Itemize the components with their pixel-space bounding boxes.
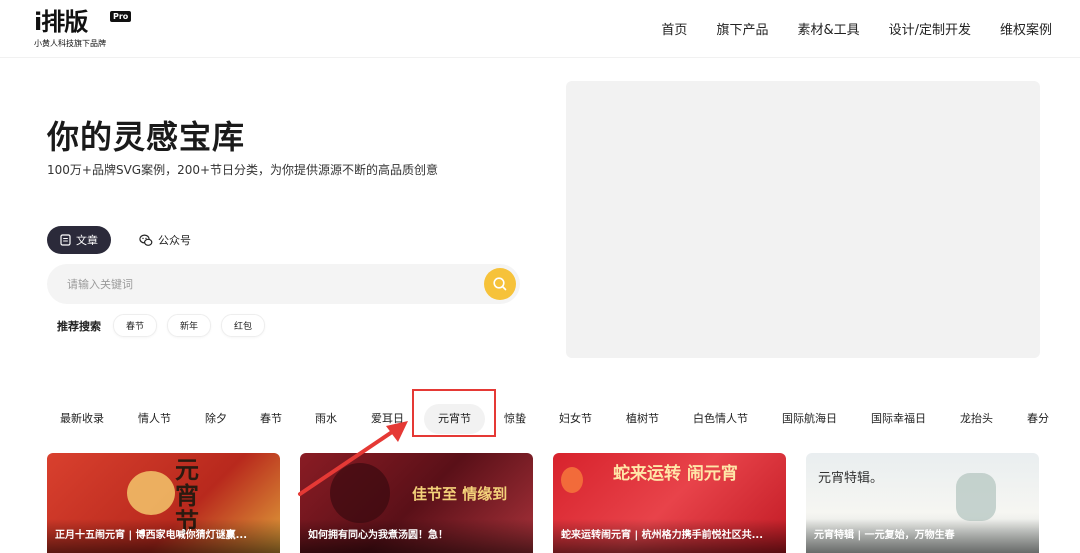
hero-title: 你的灵感宝库 [47,118,246,156]
search-bar [47,264,520,304]
article-card[interactable]: 元宵特辑。 元宵特辑 | 一元复始，万物生春 [806,453,1039,553]
article-card-title: 正月十五闹元宵 | 博西家电喊你猜灯谜赢... [47,519,280,553]
nav-item-cases[interactable]: 维权案例 [1000,19,1052,38]
card-art-text: 元宵特辑。 [818,471,884,486]
card-art-text: 佳节至 情缘到 [412,485,508,503]
category-tab[interactable]: 龙抬头 [960,404,993,434]
nav-item-design[interactable]: 设计/定制开发 [889,19,971,38]
nav-item-home[interactable]: 首页 [661,19,687,38]
recommended-tag[interactable]: 春节 [113,314,158,337]
search-icon [493,277,507,291]
brand-tagline: 小黄人科技旗下品牌 [34,39,106,48]
category-tab[interactable]: 国际航海日 [782,404,837,434]
category-tab[interactable]: 春分 [1027,404,1049,434]
recommended-tag[interactable]: 新年 [167,314,212,337]
article-card[interactable]: 佳节至 情缘到 如何拥有同心为我煮汤圆！急！ [300,453,533,553]
hero-banner[interactable] [566,81,1040,358]
category-tab[interactable]: 国际幸福日 [871,404,926,434]
recommended-search: 推荐搜索 春节 新年 红包 [57,314,266,337]
category-tab[interactable]: 除夕 [205,404,227,434]
lantern-shape [127,471,175,515]
category-tab[interactable]: 妇女节 [559,404,592,434]
search-input[interactable] [67,274,467,294]
tab-article[interactable]: 文章 [47,226,111,254]
pro-badge: Pro [110,11,132,22]
article-card-title: 蛇来运转闹元宵 | 杭州格力携手前悦社区共... [553,519,786,553]
category-tab[interactable]: 白色情人节 [693,404,748,434]
category-tab[interactable]: 雨水 [315,404,337,434]
brand-name: i排版 [34,8,88,36]
main-menu: 首页 旗下产品 素材&工具 设计/定制开发 维权案例 [661,19,1052,38]
recommended-label: 推荐搜索 [57,319,101,333]
highlight-box [412,389,496,437]
article-card-title: 元宵特辑 | 一元复始，万物生春 [806,519,1039,553]
figure-shape [330,463,390,523]
article-card-title: 如何拥有同心为我煮汤圆！急！ [300,519,533,553]
tab-wechat-label: 公众号 [158,234,191,247]
article-card[interactable]: 元宵节 正月十五闹元宵 | 博西家电喊你猜灯谜赢... [47,453,280,553]
search-button[interactable] [484,268,516,300]
category-tab[interactable]: 爱耳日 [371,404,404,434]
brand-logo[interactable]: i排版 Pro 小黄人科技旗下品牌 [34,8,134,50]
recommended-tag[interactable]: 红包 [221,314,266,337]
category-tab[interactable]: 最新收录 [60,404,104,434]
category-bar: 最新收录 情人节 除夕 春节 雨水 爱耳日 元宵节 惊蛰 妇女节 植树节 白色情… [47,404,1080,434]
hero-subtitle: 100万+品牌SVG案例，200+节日分类，为你提供源源不断的高品质创意 [47,163,439,177]
lantern-shape [561,467,583,493]
nav-item-tools[interactable]: 素材&工具 [797,19,859,38]
card-art-text: 蛇来运转 闹元宵 [613,464,738,484]
tab-article-label: 文章 [76,234,98,247]
category-tab[interactable]: 植树节 [626,404,659,434]
wechat-icon [139,233,153,246]
document-icon [60,234,71,246]
tab-wechat[interactable]: 公众号 [139,226,191,254]
category-tab[interactable]: 惊蛰 [504,404,526,434]
article-card[interactable]: 蛇来运转 闹元宵 蛇来运转闹元宵 | 杭州格力携手前悦社区共... [553,453,786,553]
lantern-shape [956,473,996,521]
top-nav: i排版 Pro 小黄人科技旗下品牌 首页 旗下产品 素材&工具 设计/定制开发 … [0,0,1080,58]
category-tab[interactable]: 春节 [260,404,282,434]
nav-item-products[interactable]: 旗下产品 [716,19,768,38]
article-grid: 元宵节 正月十五闹元宵 | 博西家电喊你猜灯谜赢... 佳节至 情缘到 如何拥有… [47,453,1080,553]
category-tab[interactable]: 情人节 [138,404,171,434]
